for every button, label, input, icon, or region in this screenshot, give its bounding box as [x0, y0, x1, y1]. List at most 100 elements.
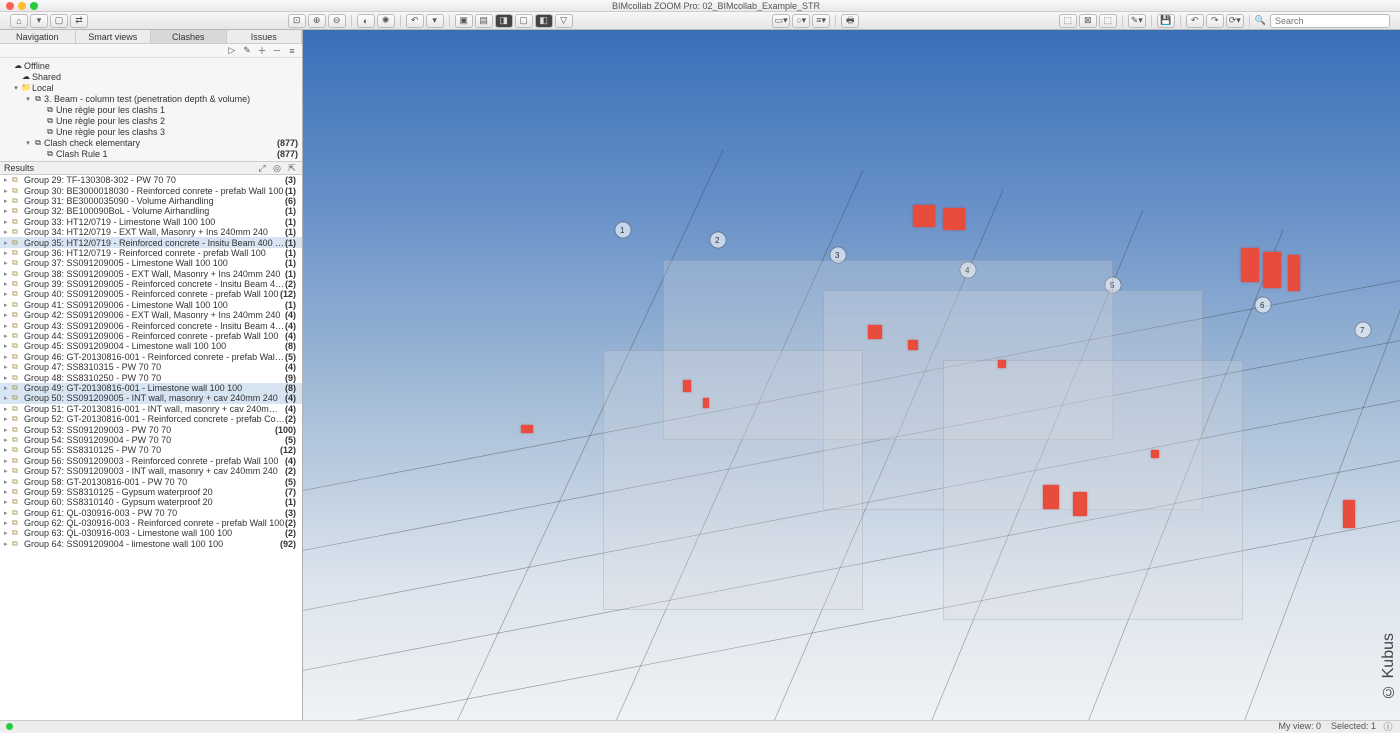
nav-back-icon[interactable]: ↶	[1186, 14, 1204, 28]
result-row[interactable]: ▸⧉Group 53: SS091209003 - PW 70 70(100)	[0, 424, 302, 434]
tree-rule-a3[interactable]: ⧉Une règle pour les clashs 3	[0, 126, 302, 137]
link-icon[interactable]: ⇄	[70, 14, 88, 28]
tab-issues[interactable]: Issues	[227, 30, 303, 43]
result-row[interactable]: ▸⧉Group 51: GT-20130816-001 - INT wall, …	[0, 404, 302, 414]
focus-result-icon[interactable]: ⤢	[256, 162, 268, 174]
result-row[interactable]: ▸⧉Group 47: SS8310315 - PW 70 70(4)	[0, 362, 302, 372]
tree-rule-a1[interactable]: ⧉Une règle pour les clashs 1	[0, 104, 302, 115]
expand-icon[interactable]: ▸	[4, 322, 12, 330]
minimize-window[interactable]	[18, 2, 26, 10]
tree-local[interactable]: ▾📁Local	[0, 82, 302, 93]
expand-icon[interactable]: ▸	[4, 176, 12, 184]
walk-icon[interactable]: ✺	[377, 14, 395, 28]
tree-shared[interactable]: ☁Shared	[0, 71, 302, 82]
result-row[interactable]: ▸⧉Group 38: SS091209005 - EXT Wall, Maso…	[0, 269, 302, 279]
tab-clashes[interactable]: Clashes	[151, 30, 227, 43]
expand-icon[interactable]: ▸	[4, 311, 12, 319]
close-window[interactable]	[6, 2, 14, 10]
expand-icon[interactable]: ▸	[4, 394, 12, 402]
play-icon[interactable]: ▷	[226, 45, 238, 57]
save-view-icon[interactable]: 💾	[1157, 14, 1175, 28]
zoom-out-icon[interactable]: ⊖	[328, 14, 346, 28]
tree-rule-b[interactable]: ▾⧉Clash check elementary(877)	[0, 137, 302, 148]
expand-icon[interactable]: ▸	[4, 270, 12, 278]
result-row[interactable]: ▸⧉Group 33: HT12/0719 - Limestone Wall 1…	[0, 217, 302, 227]
expand-icon[interactable]: ▸	[4, 540, 12, 548]
tab-smart-views[interactable]: Smart views	[76, 30, 152, 43]
zoom-in-icon[interactable]: ⊕	[308, 14, 326, 28]
result-row[interactable]: ▸⧉Group 55: SS8310125 - PW 70 70(12)	[0, 445, 302, 455]
expand-icon[interactable]: ▸	[4, 457, 12, 465]
measure-icon[interactable]: ✎▾	[1128, 14, 1146, 28]
expand-icon[interactable]: ▸	[4, 509, 12, 517]
result-row[interactable]: ▸⧉Group 29: TF-130308-302 - PW 70 70(3)	[0, 175, 302, 185]
expand-icon[interactable]: ▸	[4, 280, 12, 288]
result-row[interactable]: ▸⧉Group 48: SS8310250 - PW 70 70(9)	[0, 372, 302, 382]
ghost-mode-icon[interactable]: ◧	[535, 14, 553, 28]
result-row[interactable]: ▸⧉Group 62: QL-030916-003 - Reinforced c…	[0, 518, 302, 528]
result-row[interactable]: ▸⧉Group 46: GT-20130816-001 - Reinforced…	[0, 352, 302, 362]
expand-icon[interactable]: ▸	[4, 446, 12, 454]
result-row[interactable]: ▸⧉Group 52: GT-20130816-001 - Reinforced…	[0, 414, 302, 424]
result-row[interactable]: ▸⧉Group 37: SS091209005 - Limestone Wall…	[0, 258, 302, 268]
select-icon[interactable]: ⬚	[1059, 14, 1077, 28]
expand-icon[interactable]: ▸	[4, 384, 12, 392]
refresh-icon[interactable]: ⟳▾	[1226, 14, 1244, 28]
expand-icon[interactable]: ▸	[4, 249, 12, 257]
expand-icon[interactable]: ▸	[4, 228, 12, 236]
expand-icon[interactable]: ▸	[4, 342, 12, 350]
result-row[interactable]: ▸⧉Group 49: GT-20130816-001 - Limestone …	[0, 383, 302, 393]
expand-icon[interactable]: ▸	[4, 405, 12, 413]
section-plane-icon[interactable]: ▤	[475, 14, 493, 28]
expand-icon[interactable]: ▸	[4, 197, 12, 205]
expand-icon[interactable]: ▸	[4, 529, 12, 537]
edit-icon[interactable]: ✎	[241, 45, 253, 57]
menu-icon[interactable]: ≡	[286, 45, 298, 57]
nav-fwd-icon[interactable]: ↷	[1206, 14, 1224, 28]
color-mode-icon[interactable]: ▭▾	[772, 14, 790, 28]
expand-icon[interactable]: ▸	[4, 467, 12, 475]
result-row[interactable]: ▸⧉Group 39: SS091209005 - Reinforced con…	[0, 279, 302, 289]
transparency-icon[interactable]: ○▾	[792, 14, 810, 28]
redo-icon[interactable]: ▾	[426, 14, 444, 28]
result-row[interactable]: ▸⧉Group 45: SS091209004 - Limestone wall…	[0, 341, 302, 351]
tab-navigation[interactable]: Navigation	[0, 30, 76, 43]
expand-icon[interactable]: ▸	[4, 436, 12, 444]
isolate-icon[interactable]: ◎	[271, 162, 283, 174]
result-row[interactable]: ▸⧉Group 36: HT12/0719 - Reinforced conre…	[0, 248, 302, 258]
result-row[interactable]: ▸⧉Group 50: SS091209005 - INT wall, maso…	[0, 393, 302, 403]
home-icon[interactable]: ⌂	[10, 14, 28, 28]
expand-icon[interactable]: ▸	[4, 478, 12, 486]
expand-icon[interactable]: ▸	[4, 290, 12, 298]
section-box-icon[interactable]: ▣	[455, 14, 473, 28]
result-row[interactable]: ▸⧉Group 30: BE3000018030 - Reinforced co…	[0, 185, 302, 195]
viewport-3d[interactable]: 1 2 3 4 5 6 7	[303, 30, 1400, 720]
camera-icon[interactable]: ▢	[515, 14, 533, 28]
print-icon[interactable]: 🖶	[841, 14, 859, 28]
tree-rule-a[interactable]: ▾⧉3. Beam - column test (penetration dep…	[0, 93, 302, 104]
result-row[interactable]: ▸⧉Group 42: SS091209006 - EXT Wall, Maso…	[0, 310, 302, 320]
expand-icon[interactable]: ▸	[4, 239, 12, 247]
maximize-window[interactable]	[30, 2, 38, 10]
dropdown-arrow-icon[interactable]: ▾	[30, 14, 48, 28]
expand-icon[interactable]: ▸	[4, 488, 12, 496]
screenshot-icon[interactable]: ▢	[50, 14, 68, 28]
tree-offline[interactable]: ☁Offline	[0, 60, 302, 71]
result-row[interactable]: ▸⧉Group 56: SS091209003 - Reinforced con…	[0, 456, 302, 466]
result-row[interactable]: ▸⧉Group 32: BE100090BoL - Volume Airhand…	[0, 206, 302, 216]
result-row[interactable]: ▸⧉Group 59: SS8310125 - Gypsum waterproo…	[0, 487, 302, 497]
result-row[interactable]: ▸⧉Group 57: SS091209003 - INT wall, maso…	[0, 466, 302, 476]
export-icon[interactable]: ⇱	[286, 162, 298, 174]
remove-icon[interactable]: －	[271, 45, 283, 57]
result-row[interactable]: ▸⧉Group 31: BE3000035090 - Volume Airhan…	[0, 196, 302, 206]
result-row[interactable]: ▸⧉Group 40: SS091209005 - Reinforced con…	[0, 289, 302, 299]
visibility-mode-icon[interactable]: ◨	[495, 14, 513, 28]
expand-icon[interactable]: ▸	[4, 207, 12, 215]
orbit-icon[interactable]: ◐	[357, 14, 375, 28]
expand-icon[interactable]: ▸	[4, 374, 12, 382]
expand-icon[interactable]: ▸	[4, 498, 12, 506]
expand-icon[interactable]: ▸	[4, 332, 12, 340]
result-row[interactable]: ▸⧉Group 58: GT-20130816-001 - PW 70 70(5…	[0, 476, 302, 486]
result-row[interactable]: ▸⧉Group 61: QL-030916-003 - PW 70 70(3)	[0, 508, 302, 518]
expand-icon[interactable]: ▸	[4, 519, 12, 527]
